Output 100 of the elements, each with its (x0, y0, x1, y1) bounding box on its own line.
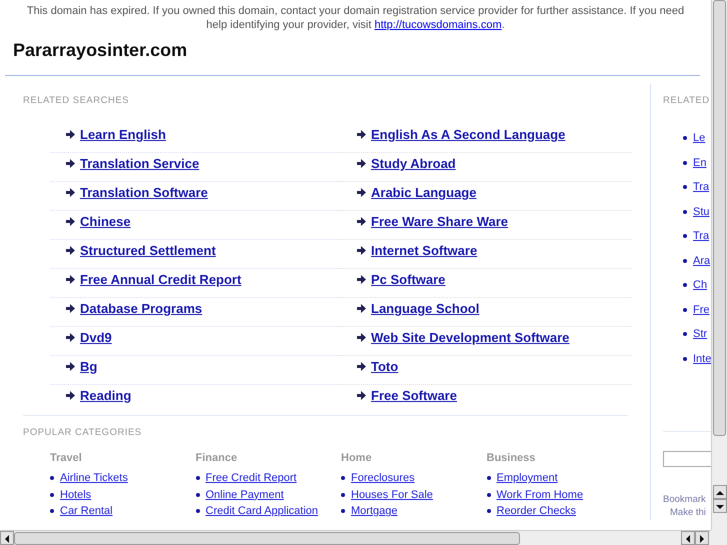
arrow-icon (357, 304, 366, 313)
scroll-up-button[interactable] (713, 485, 727, 499)
scroll-thumb[interactable] (713, 0, 726, 436)
category-heading: Business (486, 452, 536, 465)
bullet-icon (341, 509, 345, 514)
arrow-icon (66, 333, 75, 342)
section-heading: POPULAR CATEGORIES (23, 427, 143, 438)
search-link[interactable]: Learn English (80, 127, 166, 142)
search-link[interactable]: Fre (693, 304, 710, 316)
category-link[interactable]: Hotels (60, 488, 92, 501)
category-heading: Travel (50, 452, 83, 465)
provider-link[interactable]: http://tucowsdomains.com (374, 19, 502, 31)
bullet-icon (683, 185, 687, 190)
search-link[interactable]: Reading (80, 388, 132, 403)
category-link[interactable]: Foreclosures (351, 472, 415, 484)
arrow-icon (357, 159, 366, 168)
bullet-icon (683, 160, 687, 165)
search-link[interactable]: Le (693, 132, 706, 144)
search-link[interactable]: English As A Second Language (371, 127, 566, 142)
site-title: Pararrayosinter.com (13, 39, 188, 62)
category-heading: Finance (196, 452, 238, 465)
arrow-icon (66, 304, 75, 313)
bullet-icon (683, 258, 687, 263)
scroll-down-button[interactable] (713, 499, 727, 513)
vertical-scrollbar[interactable] (711, 0, 727, 530)
bullet-icon (196, 492, 200, 497)
bullet-icon (683, 332, 687, 336)
expiry-notice: This domain has expired. If you owned this domain, contact your domain registration service provider for further assistance. If you need help identifying your provider, visit http://tucowsdomains.com. (26, 4, 686, 32)
search-link[interactable]: Translation Service (80, 156, 200, 171)
category-link[interactable]: Mortgage (351, 505, 398, 518)
bullet-icon (196, 509, 200, 514)
search-link[interactable]: Bg (80, 359, 98, 374)
bullet-icon (486, 492, 490, 497)
scroll-thumb[interactable] (14, 532, 520, 545)
search-link[interactable]: Chinese (80, 214, 131, 229)
search-link[interactable]: Tra (693, 181, 710, 194)
bullet-icon (683, 356, 687, 361)
search-link[interactable]: Pc Software (371, 272, 446, 287)
search-link[interactable]: Study Abroad (371, 156, 456, 171)
search-link[interactable]: Tra (693, 230, 710, 242)
scrollbar-corner (711, 530, 727, 545)
bullet-icon (50, 476, 54, 480)
category-link[interactable]: Airline Tickets (60, 472, 128, 484)
search-link[interactable]: Ara (693, 254, 710, 267)
search-link[interactable]: Structured Settlement (80, 243, 216, 258)
bookmark-text[interactable]: Bookmark (663, 493, 711, 506)
arrow-icon (357, 362, 366, 371)
scroll-left-button[interactable] (0, 531, 14, 545)
bullet-icon (683, 234, 687, 238)
search-link[interactable]: Stu (693, 206, 710, 218)
scroll-right-button[interactable] (695, 531, 709, 545)
search-link[interactable]: Inte (693, 352, 711, 365)
search-field[interactable] (663, 451, 711, 467)
category-link[interactable]: Work From Home (496, 488, 584, 501)
category-link[interactable]: Credit Card Application (206, 505, 318, 518)
arrow-icon (66, 217, 75, 226)
arrow-icon (357, 188, 366, 197)
bullet-icon (341, 492, 345, 497)
category-link[interactable]: Houses For Sale (351, 488, 433, 501)
search-link[interactable]: Free Ware Share Ware (371, 214, 508, 229)
arrow-icon (66, 159, 75, 168)
bullet-icon (683, 283, 687, 288)
search-link[interactable]: Language School (371, 301, 480, 316)
arrow-icon (66, 362, 75, 371)
search-link[interactable]: Ch (693, 279, 708, 292)
category-link[interactable]: Employment (496, 472, 558, 484)
bullet-icon (50, 492, 54, 497)
search-link[interactable]: Database Programs (80, 301, 202, 316)
scroll-left-button[interactable] (681, 531, 695, 545)
arrow-icon (66, 275, 75, 284)
search-link[interactable]: Translation Software (80, 185, 208, 200)
search-link[interactable]: Internet Software (371, 243, 478, 258)
category-link[interactable]: Car Rental (60, 505, 113, 518)
arrow-icon (66, 246, 75, 255)
category-link[interactable]: Free Credit Report (206, 472, 297, 484)
search-link[interactable]: En (693, 156, 706, 169)
bullet-icon (341, 476, 345, 480)
bullet-icon (50, 509, 54, 514)
arrow-icon (66, 188, 75, 197)
bullet-icon (196, 476, 200, 480)
search-link[interactable]: Toto (371, 359, 398, 374)
search-link[interactable]: Free Software (371, 388, 457, 403)
category-heading: Home (341, 452, 373, 465)
bullet-icon (486, 476, 490, 480)
search-link[interactable]: Str (693, 328, 708, 340)
arrow-icon (66, 130, 75, 139)
horizontal-scrollbar[interactable] (0, 530, 711, 545)
search-link[interactable]: Arabic Language (371, 185, 476, 200)
category-link[interactable]: Online Payment (206, 488, 284, 501)
arrow-icon (357, 246, 366, 255)
arrow-icon (357, 333, 366, 342)
search-link[interactable]: Free Annual Credit Report (80, 272, 242, 287)
arrow-icon (357, 217, 366, 226)
bullet-icon (486, 509, 490, 514)
arrow-icon (357, 391, 366, 400)
homepage-text[interactable]: Make thi (670, 506, 711, 519)
search-link[interactable]: Dvd9 (80, 330, 112, 345)
category-link[interactable]: Reorder Checks (496, 505, 576, 518)
section-heading: RELATED SEARCHES (23, 95, 130, 106)
search-link[interactable]: Web Site Development Software (371, 330, 570, 345)
